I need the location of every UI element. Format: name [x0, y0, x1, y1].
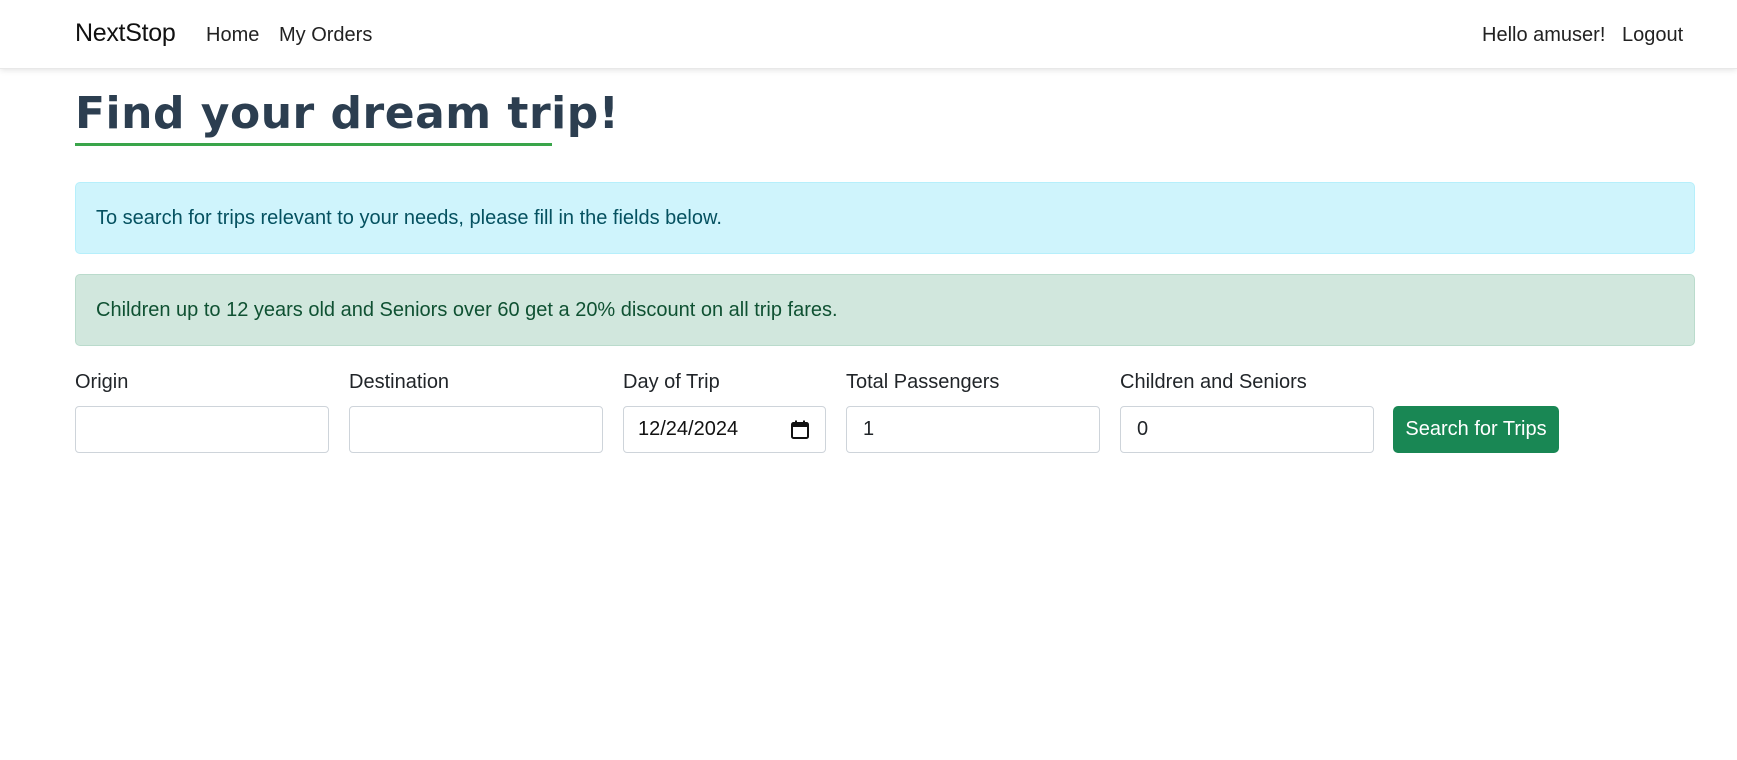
search-trips-button[interactable]: Search for Trips [1393, 406, 1559, 453]
top-navbar: NextStop Home My Orders Hello amuser! Lo… [0, 0, 1737, 69]
page-title: Find your dream trip! [75, 88, 619, 146]
discount-alert-text: Children up to 12 years old and Seniors … [96, 298, 838, 321]
discount-alert: Children up to 12 years old and Seniors … [75, 274, 1695, 346]
info-alert: To search for trips relevant to your nee… [75, 182, 1695, 254]
logout-link[interactable]: Logout [1622, 24, 1683, 47]
children-seniors-label: Children and Seniors [1120, 371, 1307, 393]
day-of-trip-input[interactable]: 12/24/2024 [623, 406, 826, 453]
nav-my-orders-link[interactable]: My Orders [279, 24, 372, 47]
day-of-trip-label: Day of Trip [623, 371, 720, 393]
children-seniors-input[interactable] [1120, 406, 1374, 453]
destination-label: Destination [349, 371, 450, 393]
total-passengers-label: Total Passengers [846, 371, 1000, 393]
origin-input[interactable] [75, 406, 329, 453]
nav-home-link[interactable]: Home [206, 24, 259, 47]
total-passengers-input[interactable] [846, 406, 1100, 453]
day-of-trip-value: 12/24/2024 [638, 418, 739, 440]
brand-logo[interactable]: NextStop [75, 19, 176, 48]
info-alert-text: To search for trips relevant to your nee… [96, 206, 722, 229]
origin-label: Origin [75, 371, 129, 393]
calendar-icon[interactable] [789, 419, 811, 441]
user-greeting: Hello amuser! [1482, 24, 1606, 46]
destination-input[interactable] [349, 406, 603, 453]
